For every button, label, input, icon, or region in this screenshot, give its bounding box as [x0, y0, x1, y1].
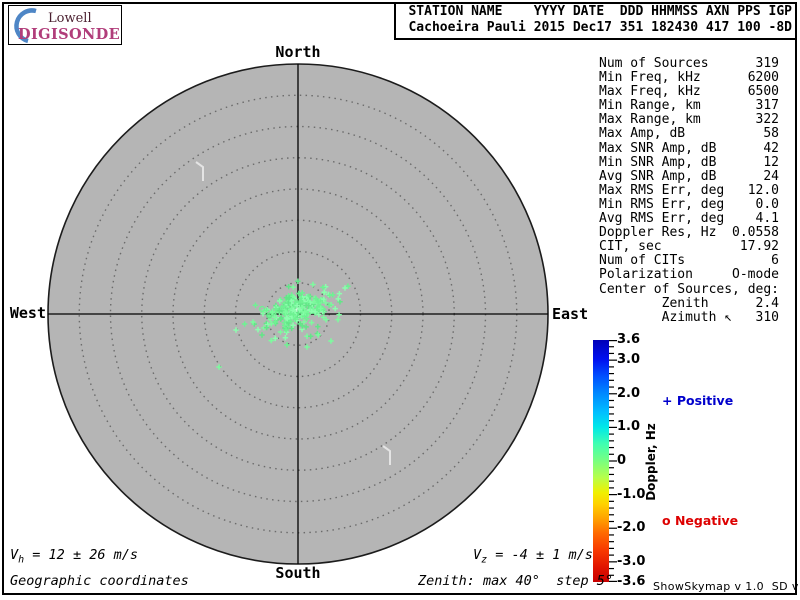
colorbar-tick-label: -3.0 — [617, 553, 646, 569]
stat-row: Min RMS Err, deg 0.0 — [599, 196, 779, 212]
stat-row: Zenith 2.4 — [599, 295, 779, 311]
doppler-colorbar — [593, 340, 609, 582]
stat-value: 6 — [771, 253, 779, 269]
stat-row: Avg SNR Amp, dB 24 — [599, 168, 779, 184]
header-station-record: Cachoeira Pauli 2015 Dec17 351 182430 41… — [408, 20, 792, 35]
colorbar-tick-label: -2.0 — [617, 520, 646, 536]
stat-value: 12.0 — [747, 182, 779, 198]
stat-value: O-mode — [732, 267, 779, 283]
logo-lowell-text: Lowell — [48, 11, 92, 26]
stat-row: Polarization O-mode — [599, 268, 779, 282]
vertical-velocity-readout: Vz = -4 ± 1 m/s — [473, 547, 593, 566]
colorbar-axis-title: Doppler, Hz — [644, 423, 658, 501]
negative-doppler-legend: o Negative — [662, 513, 739, 528]
colorbar-tick-label: 3.6 — [617, 332, 641, 347]
zenith-scale-note: Zenith: max 40° step 5° — [418, 573, 614, 589]
stat-label: Max RMS Err, deg — [599, 182, 725, 198]
positive-doppler-legend: + Positive — [662, 393, 734, 408]
header-bottom-separator — [394, 38, 796, 40]
header-left-separator — [394, 3, 396, 38]
stat-value: 17.92 — [739, 239, 779, 255]
stat-row: Min Range, km 317 — [599, 99, 779, 113]
stat-label: Azimuth ↖ — [599, 309, 733, 325]
stat-value: 322 — [755, 112, 779, 128]
header-column-titles: STATION NAME YYYY DATE DDD HHMMSS AXN PP… — [408, 4, 792, 19]
stat-value: 0.0558 — [732, 225, 779, 241]
stat-value: 12 — [763, 154, 779, 170]
colorbar-tick-label: 2.0 — [617, 385, 641, 401]
logo-digisonde-text: DIGISONDE — [18, 26, 121, 43]
stat-row: Max Range, km 322 — [599, 113, 779, 127]
stat-label: Avg SNR Amp, dB — [599, 168, 717, 184]
stat-value: 6500 — [747, 84, 779, 100]
stat-label: Doppler Res, Hz — [599, 225, 717, 241]
stat-label: Max Amp, dB — [599, 126, 686, 142]
stat-value: 319 — [755, 56, 779, 71]
lowell-digisonde-logo: Lowell DIGISONDE — [8, 5, 122, 45]
measurement-stats-panel: Num of Sources 319 Min Freq, kHz 6200 Max Fr… — [599, 56, 780, 325]
stat-row: Min SNR Amp, dB 12 — [599, 154, 779, 170]
stat-row: CIT, sec 17.92 — [599, 240, 779, 254]
stat-label: Max Range, km — [599, 112, 701, 128]
stat-row: Max SNR Amp, dB 42 — [599, 140, 779, 156]
stat-label: Num of Sources — [599, 56, 709, 71]
stat-label: CIT, sec — [599, 239, 662, 255]
stat-label: Center of Sources, deg: — [599, 281, 780, 297]
stat-row: Max Amp, dB 58 — [599, 127, 779, 141]
compass-south-label: South — [275, 564, 321, 582]
stat-row: Max Freq, kHz 6500 — [599, 85, 779, 99]
stat-label: Avg RMS Err, deg — [599, 211, 725, 227]
coordinates-mode-label: Geographic coordinates — [10, 573, 189, 589]
stat-row: Doppler Res, Hz 0.0558 — [599, 226, 779, 240]
compass-east-label: East — [552, 305, 589, 323]
stat-value: 58 — [763, 126, 779, 142]
stat-row: Avg RMS Err, deg 4.1 — [599, 211, 779, 227]
stat-label: Min Freq, kHz — [599, 70, 701, 86]
horizontal-velocity-readout: Vh = 12 ± 26 m/s — [10, 547, 138, 566]
stat-row: Min Freq, kHz 6200 — [599, 70, 779, 86]
stat-value: 24 — [763, 168, 779, 184]
stat-label: Max SNR Amp, dB — [599, 140, 717, 156]
stat-row: Azimuth ↖ 310 — [599, 309, 779, 325]
stat-value: 42 — [763, 140, 779, 156]
stat-value: 310 — [755, 309, 779, 325]
compass-north-label: North — [275, 43, 321, 61]
stat-label: Min Range, km — [599, 98, 701, 114]
stat-row: Max RMS Err, deg 12.0 — [599, 182, 779, 198]
stat-label: Polarization — [599, 267, 693, 283]
stat-value: 6200 — [747, 70, 779, 86]
stat-value: 4.1 — [755, 211, 779, 227]
stat-label: Max Freq, kHz — [599, 84, 701, 100]
colorbar-tick-label: 3.0 — [617, 352, 641, 368]
stat-label: Min SNR Amp, dB — [599, 154, 717, 170]
stat-value: 2.4 — [755, 295, 779, 311]
stat-value: 317 — [755, 98, 779, 114]
stat-row: Num of Sources 319 — [599, 56, 779, 71]
compass-west-label: West — [9, 304, 46, 322]
stat-row: Num of CITs 6 — [599, 254, 779, 268]
software-version-label: ShowSkymap v 1.0 SD v 5.1 — [653, 580, 799, 593]
stat-row: Center of Sources, deg: — [599, 281, 780, 297]
stat-label: Min RMS Err, deg — [599, 196, 725, 212]
stat-label: Zenith — [599, 295, 709, 311]
stat-label: Num of CITs — [599, 253, 686, 269]
stat-value: 0.0 — [755, 196, 779, 212]
